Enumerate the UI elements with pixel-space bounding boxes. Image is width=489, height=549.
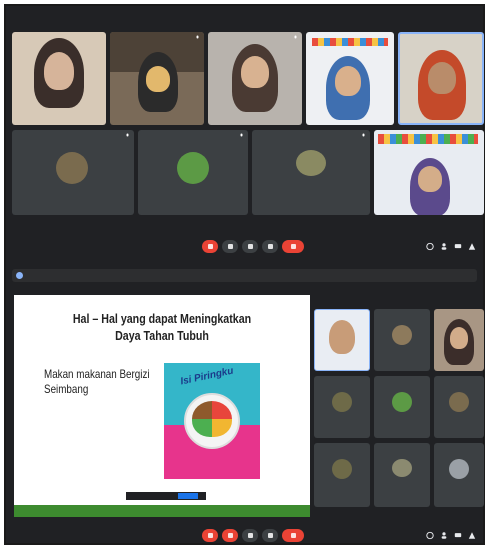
info-icon[interactable] bbox=[426, 242, 434, 251]
participant-avatar bbox=[177, 152, 209, 184]
captions-button[interactable] bbox=[242, 240, 258, 253]
more-options-button[interactable] bbox=[262, 240, 278, 253]
participant-avatar bbox=[392, 392, 412, 412]
top-control-bar bbox=[6, 236, 483, 258]
participant-tile[interactable] bbox=[252, 130, 370, 215]
mic-off-icon bbox=[126, 133, 129, 137]
participant-avatar bbox=[332, 459, 352, 479]
participant-avatar bbox=[296, 150, 326, 176]
participant-face bbox=[450, 327, 468, 349]
stop-sharing-button[interactable] bbox=[178, 493, 198, 499]
people-icon[interactable] bbox=[440, 242, 448, 251]
participant-tile[interactable] bbox=[434, 443, 484, 507]
participant-tile[interactable] bbox=[12, 130, 134, 215]
slide-body-line2: Seimbang bbox=[44, 382, 89, 396]
camera-button[interactable] bbox=[222, 240, 238, 253]
participant-tile[interactable] bbox=[374, 376, 430, 438]
slide-title-line2: Daya Tahan Tubuh bbox=[115, 328, 209, 343]
participant-avatar bbox=[56, 152, 88, 184]
info-icon[interactable] bbox=[426, 531, 434, 540]
bunting-decoration bbox=[312, 38, 388, 46]
captions-button[interactable] bbox=[242, 529, 258, 542]
mic-button[interactable] bbox=[202, 240, 218, 253]
screen-share-caption-bar bbox=[126, 492, 206, 500]
activities-icon[interactable] bbox=[468, 242, 476, 251]
participant-avatar bbox=[449, 392, 469, 412]
participant-tile[interactable] bbox=[374, 130, 484, 215]
presentation-notice-bar bbox=[12, 269, 477, 282]
participant-tile[interactable] bbox=[306, 32, 394, 125]
participant-tile[interactable] bbox=[374, 443, 430, 507]
participant-tile[interactable] bbox=[434, 309, 484, 371]
participant-face bbox=[428, 62, 456, 94]
end-call-button[interactable] bbox=[282, 529, 304, 542]
mic-button[interactable] bbox=[202, 529, 218, 542]
participant-face bbox=[44, 52, 74, 90]
poster-title: Isi Piringku bbox=[179, 365, 235, 388]
participant-avatar bbox=[449, 459, 469, 479]
bottom-control-bar bbox=[6, 525, 483, 547]
isi-piringku-poster: Isi Piringku bbox=[164, 363, 260, 479]
participant-avatar bbox=[392, 325, 412, 345]
participant-tile[interactable] bbox=[314, 309, 370, 371]
food-brain-image bbox=[192, 401, 232, 437]
people-icon[interactable] bbox=[440, 531, 448, 540]
activities-icon[interactable] bbox=[468, 531, 476, 540]
end-call-button[interactable] bbox=[282, 240, 304, 253]
slide-grass-footer bbox=[14, 505, 310, 517]
participant-face bbox=[146, 66, 170, 92]
presenter-avatar bbox=[16, 272, 23, 279]
participant-face bbox=[418, 166, 442, 192]
participant-tile-active-speaker[interactable] bbox=[398, 32, 484, 125]
mic-off-icon bbox=[294, 35, 297, 39]
participant-face bbox=[241, 56, 269, 88]
participant-avatar bbox=[332, 392, 352, 412]
participant-tile[interactable] bbox=[110, 32, 204, 125]
participant-tile[interactable] bbox=[374, 309, 430, 371]
camera-button[interactable] bbox=[222, 529, 238, 542]
slide-title-line1: Hal – Hal yang dapat Meningkatkan bbox=[72, 311, 252, 326]
participant-tile[interactable] bbox=[314, 376, 370, 438]
screenshot-frame: Hal – Hal yang dapat Meningkatkan Daya T… bbox=[4, 4, 485, 545]
participant-tile[interactable] bbox=[208, 32, 302, 125]
chat-icon[interactable] bbox=[454, 242, 462, 251]
slide-body-line1: Makan makanan Bergizi bbox=[44, 367, 150, 381]
participant-face bbox=[329, 320, 355, 354]
bunting-decoration bbox=[378, 134, 478, 144]
participant-tile[interactable] bbox=[138, 130, 248, 215]
mic-off-icon bbox=[362, 133, 365, 137]
chat-icon[interactable] bbox=[454, 531, 462, 540]
mic-off-icon bbox=[196, 35, 199, 39]
shared-screen-slide: Hal – Hal yang dapat Meningkatkan Daya T… bbox=[14, 295, 310, 517]
participant-tile[interactable] bbox=[314, 443, 370, 507]
participant-tile[interactable] bbox=[434, 376, 484, 438]
more-options-button[interactable] bbox=[262, 529, 278, 542]
mic-off-icon bbox=[240, 133, 243, 137]
participant-avatar bbox=[392, 459, 412, 477]
participant-tile[interactable] bbox=[12, 32, 106, 125]
participant-face bbox=[335, 66, 361, 96]
